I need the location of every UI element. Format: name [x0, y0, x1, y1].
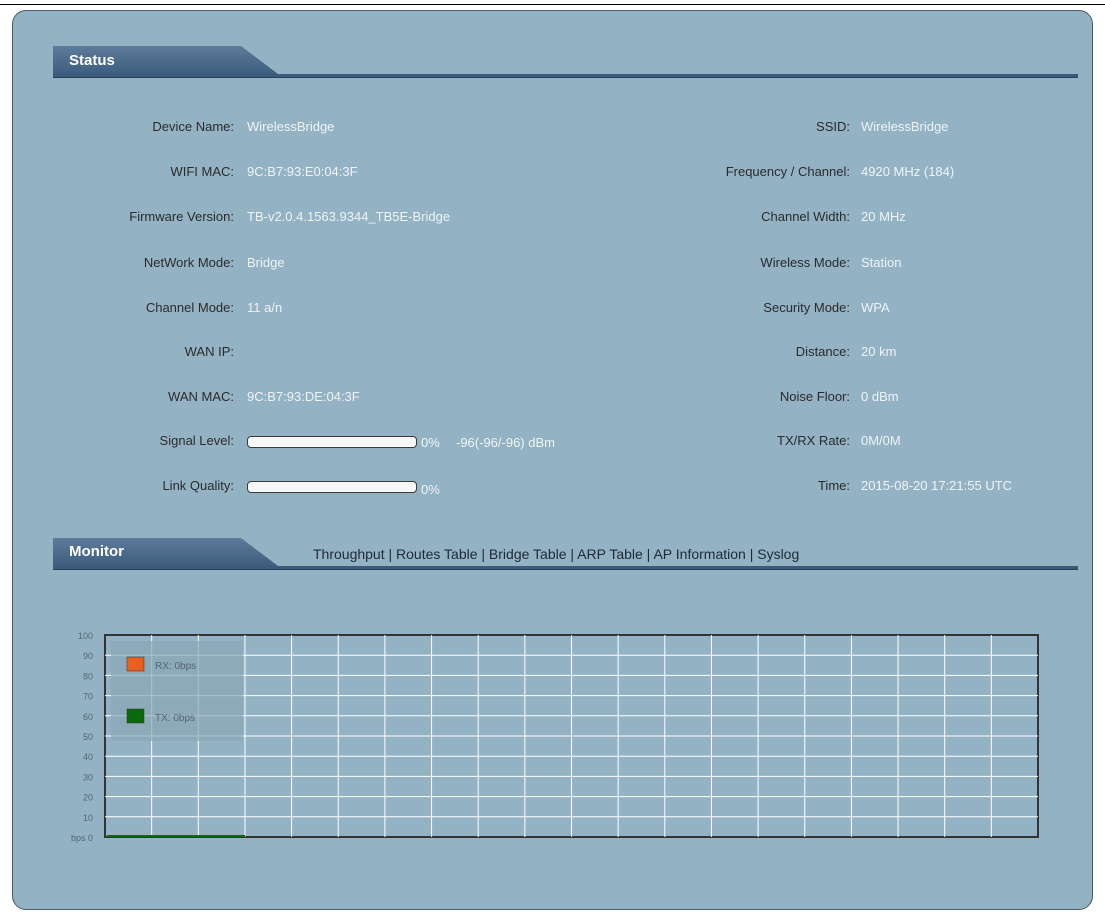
throughput-chart: 100 90 80 70 60 50 40 30 20 10 bps 0 RX: 0bps TX: 0b…: [71, 631, 1039, 843]
chart-legend-label: RX: 0bps: [155, 661, 196, 672]
status-left-label: NetWork Mode:: [143, 255, 234, 270]
status-left-value: WirelessBridge: [247, 119, 335, 134]
status-right-label: Security Mode:: [763, 300, 850, 315]
chart-y-tick-label: 80: [83, 671, 93, 681]
status-right-label: Noise Floor:: [779, 389, 850, 404]
status-right-label: Frequency / Channel:: [725, 164, 850, 179]
chart-legend-label: TX: 0bps: [155, 713, 195, 724]
status-header-rule: [53, 74, 1078, 78]
link-quality-label: Link Quality:: [162, 478, 234, 493]
status-right-value: 20 km: [861, 344, 897, 359]
chart-y-tick-label: 20: [83, 793, 93, 803]
status-right-value: 0 dBm: [861, 389, 899, 404]
chart-y-tick-label: bps 0: [71, 833, 93, 843]
status-left-value: Bridge: [247, 255, 285, 270]
monitor-nav-separator: |: [642, 546, 654, 562]
status-left-value: 11 a/n: [247, 300, 283, 315]
page-top-rule: [0, 4, 1105, 5]
status-left-value: 9C:B7:93:DE:04:3F: [247, 389, 360, 404]
status-panel: Status Device Name: WirelessBridge WIFI MA…: [12, 10, 1093, 910]
status-right-label: SSID:: [816, 119, 850, 134]
chart-y-tick-label: 60: [83, 712, 93, 722]
chart-legend-swatch: [126, 708, 145, 724]
status-right-value: 0M/0M: [861, 433, 901, 448]
link-quality-bar: [247, 481, 417, 493]
monitor-link-arp-table[interactable]: ARP Table: [577, 546, 643, 562]
chart-y-tick-label: 70: [83, 692, 93, 702]
monitor-title: Monitor: [69, 543, 124, 560]
status-left-label: WIFI MAC:: [170, 164, 234, 179]
status-right-value: WirelessBridge: [861, 119, 949, 134]
status-right-value: 2015-08-20 17:21:55 UTC: [861, 478, 1013, 493]
monitor-link-throughput[interactable]: Throughput: [313, 546, 385, 562]
status-right-value: Station: [861, 255, 902, 270]
status-left-value: TB-v2.0.4.1563.9344_TB5E-Bridge: [247, 209, 451, 224]
status-left-label: Channel Mode:: [145, 300, 234, 315]
monitor-link-syslog[interactable]: Syslog: [757, 546, 799, 562]
monitor-link-routes-table[interactable]: Routes Table: [396, 546, 477, 562]
status-right-label: Wireless Mode:: [760, 255, 850, 270]
chart-y-tick-label: 40: [83, 752, 93, 762]
status-title: Status: [69, 52, 115, 69]
status-right-value: 4920 MHz (184): [861, 164, 955, 179]
chart-y-tick-label: 30: [83, 772, 93, 782]
monitor-nav-separator: |: [745, 546, 758, 562]
status-right-label: Distance:: [795, 344, 850, 359]
chart-legend-swatch: [126, 656, 145, 672]
status-left-label: Device Name:: [152, 119, 234, 134]
status-right-value: WPA: [861, 300, 890, 315]
status-left-label: WAN MAC:: [168, 389, 234, 404]
status-left-label: WAN IP:: [184, 344, 234, 359]
monitor-nav-separator: |: [566, 546, 578, 562]
chart-y-tick-label: 100: [78, 631, 93, 641]
status-right-label: TX/RX Rate:: [777, 433, 850, 448]
monitor-nav-separator: |: [384, 546, 397, 562]
status-right-label: Channel Width:: [761, 209, 850, 224]
signal-level-percent: 0%: [421, 435, 440, 450]
monitor-link-bridge-table[interactable]: Bridge Table: [489, 546, 567, 562]
status-left-value: 9C:B7:93:E0:04:3F: [247, 164, 358, 179]
monitor-nav-separator: |: [477, 546, 489, 562]
chart-y-tick-label: 90: [83, 651, 93, 661]
status-left-label: Firmware Version:: [129, 209, 234, 224]
monitor-link-ap-information[interactable]: AP Information: [653, 546, 745, 562]
link-quality-percent: 0%: [421, 482, 440, 497]
monitor-nav: Throughput | Routes Table | Bridge Table…: [313, 546, 799, 562]
chart-y-tick-label: 10: [83, 813, 93, 823]
signal-level-bar: [247, 436, 417, 448]
signal-level-dbm: -96(-96/-96) dBm: [456, 435, 555, 450]
chart-legend-box: [111, 641, 243, 741]
status-right-label: Time:: [817, 478, 850, 493]
monitor-header-rule: [53, 566, 1078, 570]
status-right-value: 20 MHz: [861, 209, 906, 224]
chart-y-tick-label: 50: [83, 732, 93, 742]
signal-level-label: Signal Level:: [159, 433, 234, 448]
